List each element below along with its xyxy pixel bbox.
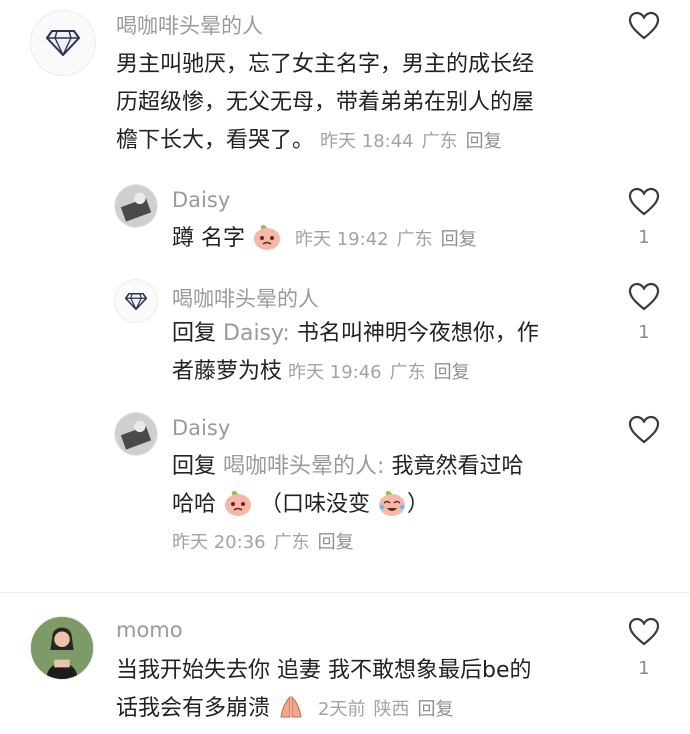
- like-button[interactable]: [626, 614, 662, 650]
- reply-prefix: 回复: [172, 321, 217, 346]
- comment-location: 广东: [421, 131, 458, 152]
- like-count: 1: [638, 658, 650, 679]
- reply-button[interactable]: 回复: [417, 699, 453, 720]
- comment-divider: [0, 592, 690, 593]
- comment-text-line: 书名叫神明今夜想你，作: [296, 321, 539, 346]
- reply-button[interactable]: 回复: [441, 229, 477, 250]
- comment-text-line: （口味没变: [260, 492, 371, 517]
- reply-button[interactable]: 回复: [318, 532, 354, 553]
- reply-to-user[interactable]: 喝咖啡头晕的人:: [223, 454, 384, 479]
- comment-text: 蹲 名字 昨天 19:42 广东 回复: [172, 220, 622, 259]
- user-avatar[interactable]: [30, 10, 96, 76]
- like-count: 1: [638, 227, 650, 248]
- comment-location: 广东: [389, 362, 426, 383]
- comment-time: 昨天 19:46: [288, 362, 382, 383]
- user-avatar[interactable]: [114, 279, 158, 323]
- folded-hands-emoji-icon: [280, 695, 302, 718]
- comment-time: 2天前: [318, 699, 366, 720]
- comment-time: 昨天 20:36: [172, 532, 266, 553]
- user-avatar[interactable]: [114, 184, 158, 228]
- reply-item: 喝咖啡头晕的人 回复 Daisy: 书名叫神明今夜想你，作 者藤萝为枝 昨天 19…: [0, 275, 690, 405]
- like-button[interactable]: [626, 412, 662, 448]
- like-button[interactable]: [626, 184, 662, 220]
- peach-pleading-emoji-icon: [254, 225, 280, 250]
- like-count: 1: [638, 322, 650, 343]
- comment-time: 昨天 19:42: [295, 229, 389, 250]
- comment-text: 当我开始失去你 追妻 我不敢想象最后be的 话我会有多崩溃 2天前 陕西 回复: [116, 652, 616, 729]
- user-avatar[interactable]: [114, 412, 158, 456]
- comment-username[interactable]: Daisy: [172, 188, 230, 212]
- comment-text-line: 我竟然看过哈: [391, 454, 524, 479]
- comment-text-line: 男主叫驰厌，忘了女主名字，男主的成长经: [116, 52, 535, 77]
- avatar-photo-icon: [115, 413, 157, 455]
- heart-icon: [628, 415, 660, 444]
- comment-text: 回复 喝咖啡头晕的人: 我竟然看过哈 哈哈 （口味没变 ） 昨天 20:36 广东…: [172, 448, 622, 562]
- comment-text-line: 蹲 名字: [172, 226, 245, 251]
- comment-meta: 昨天 19:46 广东 回复: [288, 362, 478, 383]
- comment-text-line: 历超级惨，无父无母，带着弟弟在别人的屋: [116, 90, 535, 115]
- comment-text: 男主叫驰厌，忘了女主名字，男主的成长经 历超级惨，无父无母，带着弟弟在别人的屋 …: [116, 46, 616, 161]
- comment-meta: 昨天 18:44 广东 回复: [320, 131, 510, 152]
- reply-prefix: 回复: [172, 454, 217, 479]
- comment-username[interactable]: Daisy: [172, 416, 230, 440]
- reply-item: Daisy 蹲 名字 昨天 19:42 广东 回复 1: [0, 180, 690, 275]
- diamond-icon: [125, 292, 147, 310]
- comment-location: 广东: [273, 532, 310, 553]
- avatar-photo-icon: [31, 617, 93, 679]
- heart-icon: [628, 187, 660, 216]
- avatar-photo-icon: [115, 185, 157, 227]
- comment-text-line: 当我开始失去你 追妻 我不敢想象最后be的: [116, 658, 532, 683]
- comment-text-line: 檐下长大，看哭了。: [116, 128, 315, 153]
- peach-pleading-emoji-icon: [225, 491, 252, 516]
- comment-text: 回复 Daisy: 书名叫神明今夜想你，作 者藤萝为枝 昨天 19:46 广东 回复: [172, 315, 622, 392]
- reply-button[interactable]: 回复: [434, 362, 470, 383]
- peach-laughing-emoji-icon: [379, 491, 406, 516]
- comment-text-line: 者藤萝为枝: [172, 359, 283, 384]
- comment-meta: 2天前 陕西 回复: [318, 699, 461, 720]
- heart-icon: [628, 282, 660, 311]
- reply-to-user[interactable]: Daisy:: [223, 321, 290, 346]
- comment-item: 喝咖啡头晕的人 男主叫驰厌，忘了女主名字，男主的成长经 历超级惨，无父无母，带着…: [0, 0, 690, 180]
- reply-item: Daisy 回复 喝咖啡头晕的人: 我竟然看过哈 哈哈 （口味没变 ） 昨天 2…: [0, 408, 690, 580]
- comment-username[interactable]: momo: [116, 618, 183, 642]
- heart-icon: [628, 617, 660, 646]
- comment-time: 昨天 18:44: [320, 131, 414, 152]
- comment-item: momo 当我开始失去你 追妻 我不敢想象最后be的 话我会有多崩溃 2天前 陕西…: [0, 606, 690, 734]
- like-button[interactable]: [626, 279, 662, 315]
- comment-username[interactable]: 喝咖啡头晕的人: [172, 283, 319, 313]
- comment-text-line: ）: [407, 492, 430, 517]
- comment-location: 陕西: [373, 699, 410, 720]
- like-button[interactable]: [626, 8, 662, 44]
- comment-username[interactable]: 喝咖啡头晕的人: [116, 10, 263, 40]
- comment-text-line: 话我会有多崩溃: [116, 696, 271, 721]
- comment-text-line: 哈哈: [172, 492, 217, 517]
- user-avatar[interactable]: [30, 616, 94, 680]
- comment-meta: 昨天 19:42 广东 回复: [295, 229, 485, 250]
- heart-icon: [628, 11, 660, 40]
- reply-button[interactable]: 回复: [466, 131, 502, 152]
- comment-location: 广东: [396, 229, 433, 250]
- diamond-icon: [46, 30, 80, 56]
- comment-meta: 昨天 20:36 广东 回复: [172, 524, 622, 562]
